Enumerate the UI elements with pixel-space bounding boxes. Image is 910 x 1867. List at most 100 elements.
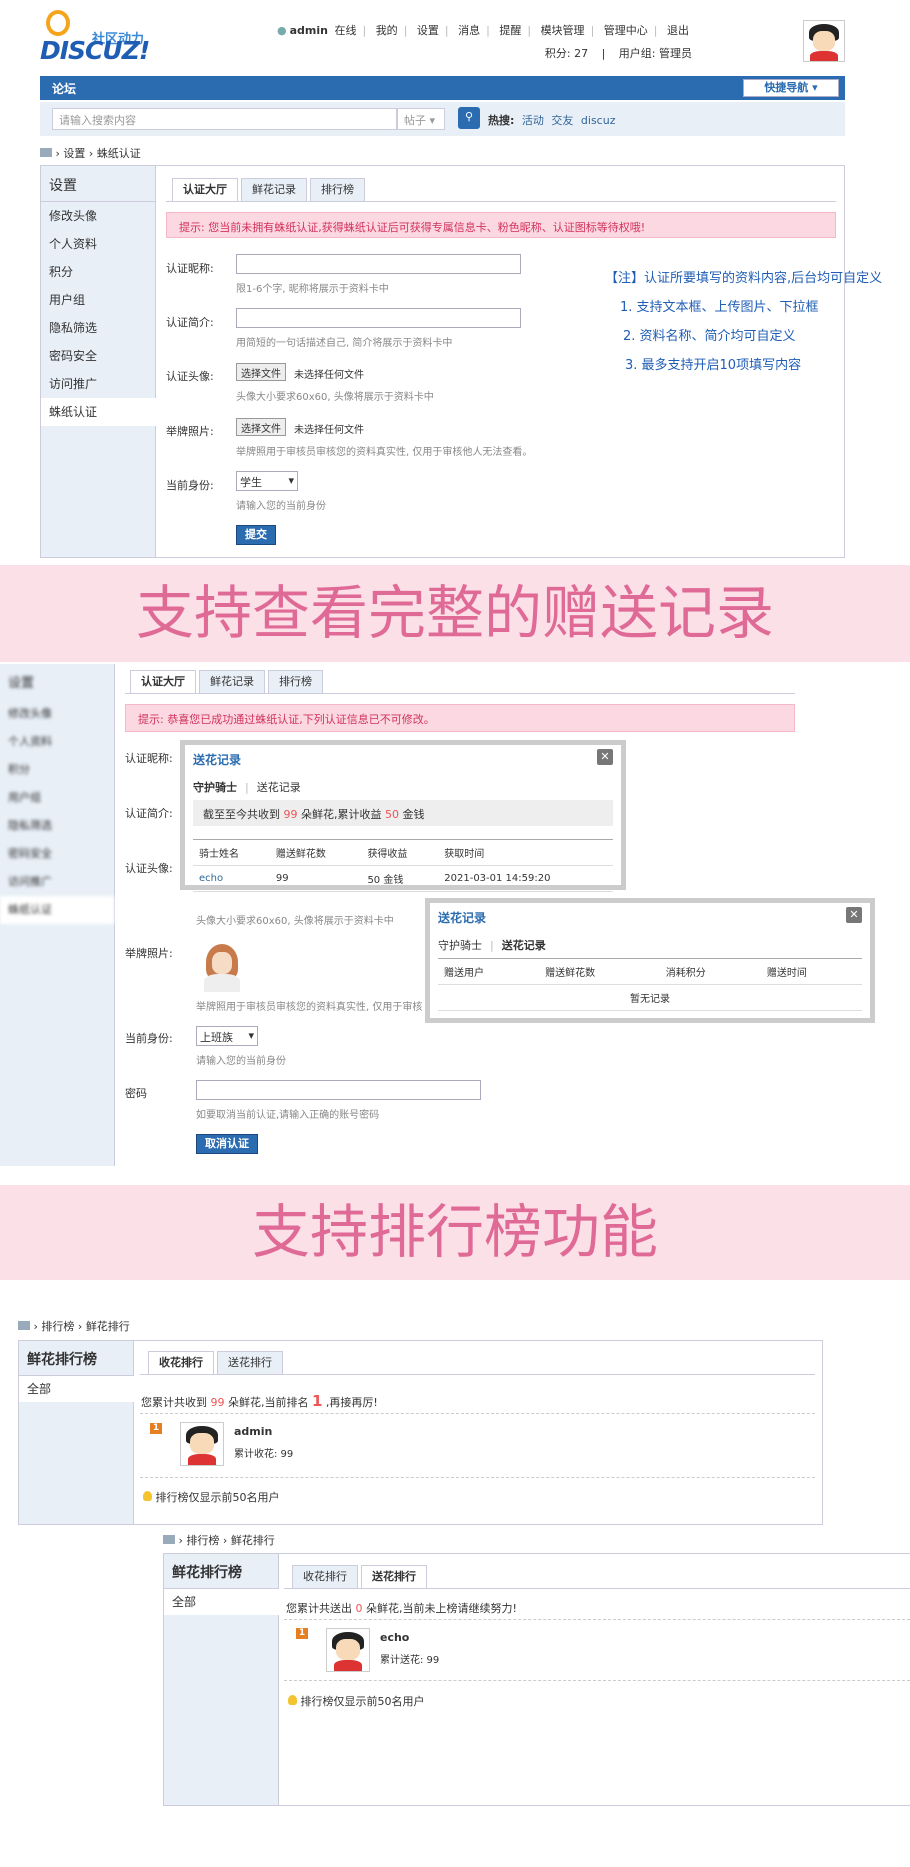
tab-ranking[interactable]: 排行榜: [310, 178, 365, 202]
rank-username[interactable]: admin: [234, 1425, 272, 1438]
tab-bar-2: 认证大厅 鲜花记录 排行榜: [130, 670, 326, 694]
nickname-input[interactable]: [236, 254, 521, 274]
breadcrumb: › 排行榜 › 鲜花排行: [18, 1318, 130, 1334]
sidebar-item-promotion[interactable]: 访问推广: [41, 370, 155, 398]
hot-item[interactable]: discuz: [581, 114, 616, 127]
quick-nav-button[interactable]: 快捷导航 ▾: [743, 79, 839, 97]
photo-label: 举牌照片:: [125, 947, 173, 960]
usergroup-menu[interactable]: 用户组: 管理员: [619, 47, 692, 60]
search-button[interactable]: ⚲: [458, 107, 480, 129]
forum-nav-title[interactable]: 论坛: [52, 80, 76, 97]
user-avatar[interactable]: [326, 1628, 370, 1672]
tab-send-records[interactable]: 送花记录: [257, 781, 301, 794]
tab-send-records[interactable]: 送花记录: [502, 939, 546, 952]
submit-button[interactable]: 提交: [236, 525, 276, 545]
holding-photo: [196, 940, 248, 992]
cancel-verify-button[interactable]: 取消认证: [196, 1134, 258, 1154]
ranking-summary: 您累计共收到 99 朵鲜花,当前排名 1 ,再接再厉!: [141, 1392, 378, 1410]
hot-item[interactable]: 活动: [522, 114, 544, 127]
tab-bar: 认证大厅 鲜花记录 排行榜: [172, 178, 368, 202]
identity-select[interactable]: 上班族 ▾: [196, 1026, 258, 1046]
breadcrumb-item[interactable]: 鲜花排行: [231, 1534, 275, 1547]
tab-guard-knight[interactable]: 守护骑士: [193, 781, 237, 794]
discuz-logo[interactable]: 社区动力 DISCUZ!: [40, 10, 160, 66]
rank-username[interactable]: echo: [380, 1631, 409, 1644]
flower-popup-sent: 送花记录 ✕ 守护骑士 | 送花记录 赠送用户 赠送鲜花数 消耗积分 赠送时间 暂无记录: [425, 898, 875, 1023]
intro-input[interactable]: [236, 308, 521, 328]
tab-verify-hall[interactable]: 认证大厅: [172, 178, 238, 202]
close-icon[interactable]: ✕: [597, 749, 613, 765]
home-icon[interactable]: [40, 148, 52, 157]
breadcrumb: › 设置 › 蛛纸认证: [40, 145, 141, 161]
tab-flower-records[interactable]: 鲜花记录: [241, 178, 307, 202]
identity-select[interactable]: 学生 ▾: [236, 471, 298, 491]
points-menu[interactable]: 积分: 27: [545, 47, 588, 60]
breadcrumb-item[interactable]: 排行榜: [186, 1534, 219, 1547]
tab-guard-knight[interactable]: 守护骑士: [438, 939, 482, 952]
ranking-panel-received: 鲜花排行榜 全部: [18, 1340, 823, 1525]
module-manage-link[interactable]: 模块管理: [541, 24, 585, 37]
sidebar-item-verify[interactable]: 蛛纸认证: [41, 398, 156, 426]
user-avatar[interactable]: [803, 20, 845, 62]
ranking-sidebar: 鲜花排行榜 全部: [164, 1554, 279, 1805]
messages-link[interactable]: 消息: [458, 24, 480, 37]
avatar-file-status: 未选择任何文件: [294, 370, 364, 381]
breadcrumb: › 排行榜 › 鲜花排行: [163, 1532, 275, 1548]
nickname-label: 认证昵称:: [125, 752, 173, 765]
tab-received-rank[interactable]: 收花排行: [148, 1351, 214, 1375]
lightbulb-icon: [288, 1695, 297, 1705]
tab-verify-hall[interactable]: 认证大厅: [130, 670, 196, 694]
reminder-link[interactable]: 提醒: [499, 24, 521, 37]
breadcrumb-item[interactable]: 排行榜: [41, 1320, 74, 1333]
tab-ranking[interactable]: 排行榜: [268, 670, 323, 694]
ranking-title: 鲜花排行榜: [19, 1341, 133, 1376]
home-icon[interactable]: [18, 1321, 30, 1330]
nickname-hint: 限1-6个字, 昵称将展示于资料卡中: [236, 284, 389, 295]
home-icon[interactable]: [163, 1535, 175, 1544]
ranking-summary: 您累计共送出 0 朵鲜花,当前未上榜请继续努力!: [286, 1602, 517, 1615]
hot-item[interactable]: 交友: [551, 114, 573, 127]
admin-center-link[interactable]: 管理中心: [604, 24, 648, 37]
photo-hint: 举牌照用于审核员审核您的资料真实性, 仅用于审核: [196, 1002, 423, 1013]
sidebar-item-points[interactable]: 积分: [41, 258, 155, 286]
identity-label: 当前身份:: [125, 1032, 173, 1045]
online-status[interactable]: 在线: [334, 24, 356, 37]
settings-sidebar: 设置 修改头像 个人资料 积分 用户组 隐私筛选 密码安全 访问推广 蛛纸认证: [41, 166, 156, 557]
photo-label: 举牌照片:: [166, 425, 214, 438]
sidebar-item-profile[interactable]: 个人资料: [41, 230, 155, 258]
avatar-file-button[interactable]: 选择文件: [236, 363, 286, 381]
username-link[interactable]: admin: [290, 24, 328, 37]
popup-tabs: 守护骑士 | 送花记录: [438, 939, 546, 952]
lightbulb-icon: [143, 1491, 152, 1501]
mine-menu[interactable]: 我的: [376, 24, 398, 37]
breadcrumb-item[interactable]: 蛛纸认证: [97, 147, 141, 160]
password-input[interactable]: [196, 1080, 481, 1100]
avatar-hint: 头像大小要求60x60, 头像将展示于资料卡中: [196, 916, 394, 927]
ranking-tabs: 收花排行 送花排行: [148, 1351, 286, 1375]
sent-table: 赠送用户 赠送鲜花数 消耗积分 赠送时间 暂无记录: [438, 958, 862, 1011]
logo-text: DISCUZ!: [40, 36, 150, 65]
tab-flower-records[interactable]: 鲜花记录: [199, 670, 265, 694]
sidebar-item-security[interactable]: 密码安全: [41, 342, 155, 370]
popup-summary: 截至至今共收到 99 朵鲜花,累计收益 50 金钱: [193, 800, 613, 826]
breadcrumb-item[interactable]: 鲜花排行: [86, 1320, 130, 1333]
logout-link[interactable]: 退出: [667, 24, 689, 37]
breadcrumb-item[interactable]: 设置: [63, 147, 85, 160]
search-input[interactable]: 请输入搜索内容: [52, 108, 397, 130]
sidebar-item-all[interactable]: 全部: [164, 1589, 279, 1615]
close-icon[interactable]: ✕: [846, 907, 862, 923]
sidebar-item-all[interactable]: 全部: [19, 1376, 134, 1402]
ranking-tabs: 收花排行 送花排行: [292, 1565, 430, 1589]
tab-received-rank[interactable]: 收花排行: [292, 1565, 358, 1589]
photo-file-button[interactable]: 选择文件: [236, 418, 286, 436]
sidebar-item-usergroup[interactable]: 用户组: [41, 286, 155, 314]
tab-sent-rank[interactable]: 送花排行: [217, 1351, 283, 1375]
nickname-label: 认证昵称:: [166, 262, 214, 275]
search-type-select[interactable]: 帖子 ▾: [397, 108, 445, 130]
user-avatar[interactable]: [180, 1422, 224, 1466]
sidebar-item-avatar[interactable]: 修改头像: [41, 202, 155, 230]
settings-link[interactable]: 设置: [417, 24, 439, 37]
knight-name-link[interactable]: echo: [199, 873, 223, 884]
sidebar-item-privacy[interactable]: 隐私筛选: [41, 314, 155, 342]
tab-sent-rank[interactable]: 送花排行: [361, 1565, 427, 1589]
